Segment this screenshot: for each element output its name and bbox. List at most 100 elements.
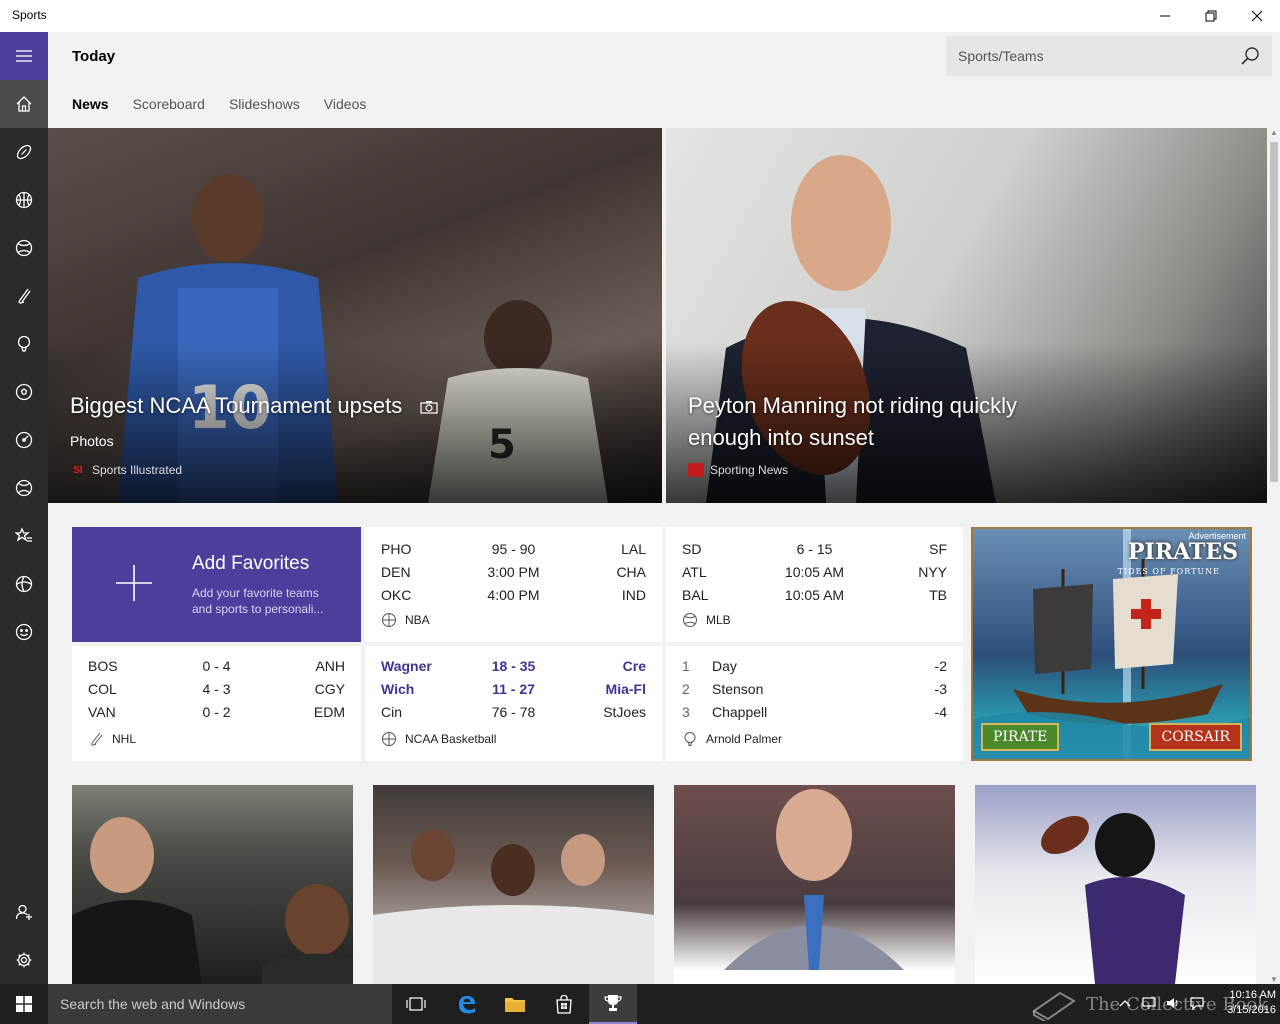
nav-settings[interactable] [0,936,48,984]
sports-illustrated-logo: SI [73,464,83,476]
team-home: CGY [314,681,345,697]
score: 6 - 15 [796,541,833,557]
ad-corsair-button[interactable]: CORSAIR [1149,723,1242,751]
nav-home[interactable] [0,80,48,128]
nav-all-sports[interactable] [0,560,48,608]
score: 4 - 3 [202,681,231,697]
team-home: ANH [315,658,345,674]
tab-news[interactable]: News [72,96,109,116]
tab-videos[interactable]: Videos [324,96,367,116]
leaderboard-row: 3 Chappell -4 [682,704,947,726]
game-time: 4:00 PM [487,587,540,603]
windows-logo-icon [16,996,32,1012]
golf-icon [684,732,696,746]
hamburger-menu-icon [16,50,32,62]
tab-slideshows[interactable]: Slideshows [229,96,300,116]
hero-source[interactable]: Sporting News [688,463,788,477]
hamburger-menu-button[interactable] [0,32,48,80]
nav-tennis[interactable] [0,464,48,512]
hero-story-manning[interactable]: Peyton Manning not riding quickly enough… [666,128,1267,503]
league-label: NBA [381,612,430,628]
news-thumbnail[interactable] [72,785,353,984]
league-name: MLB [706,613,731,627]
hero-story-ncaa[interactable]: 10 5 Biggest NCAA Tournament upsets Phot… [48,128,662,503]
restore-button[interactable] [1188,0,1234,32]
ad-pirate-button[interactable]: PIRATE [981,723,1060,751]
chevron-up-icon[interactable] [1118,996,1132,1010]
basketball-icon [382,613,396,627]
add-favorites-subtitle: Add your favorite teams and sports to pe… [192,585,342,617]
league-name: NBA [405,613,430,627]
scroll-up-icon[interactable]: ▲ [1270,128,1278,137]
nav-racing[interactable] [0,416,48,464]
search-icon[interactable] [1240,46,1260,66]
taskbar-search-input[interactable]: Search the web and Windows [48,984,392,1024]
thumbnail-photo [724,789,904,970]
scoreboard-card-nba[interactable]: PHO 95 - 90 LAL DEN 3:00 PM CHA OKC 4:00 PM IN… [365,527,662,642]
score-row: Cin 76 - 78 StJoes [381,704,646,726]
tab-bar: News Scoreboard Slideshows Videos [72,96,366,116]
add-favorites-subtitle-line1: Add your favorite teams [192,586,319,600]
hero-headline-line1: Peyton Manning not riding quickly [688,393,1017,418]
search-box[interactable]: Sports/Teams [946,36,1272,76]
hero-source[interactable]: SI Sports Illustrated [70,463,182,477]
ad-tagline: TIDES OF FORTUNE [1117,567,1220,576]
nav-hockey[interactable] [0,272,48,320]
game-time: 3:00 PM [487,564,540,580]
scoreboard-card-nhl[interactable]: BOS 0 - 4 ANH COL 4 - 3 CGY VAN 0 - 2 EDM NHL [72,646,361,761]
home-icon [16,96,32,112]
scoreboard-card-ncaa[interactable]: Wagner 18 - 35 Cre Wich 11 - 27 Mia-Fl Cin 76… [365,646,662,761]
score-row: Wagner 18 - 35 Cre [381,658,646,680]
score: 0 - 4 [202,658,231,674]
nav-soccer[interactable] [0,368,48,416]
scrollbar-thumb[interactable] [1270,142,1278,482]
nav-fantasy[interactable] [0,608,48,656]
favorites-icon [15,527,32,542]
nav-favorites[interactable] [0,512,48,560]
score-row: Wich 11 - 27 Mia-Fl [381,681,646,703]
plus-icon [116,565,152,601]
network-icon[interactable] [1142,996,1156,1010]
team-home: NYY [918,564,947,580]
league-label: MLB [682,612,731,628]
leaderboard-card-golf[interactable]: 1 Day -2 2 Stenson -3 3 Chappell -4 Arnold Pal… [666,646,963,761]
task-view-button[interactable] [392,984,440,1024]
nav-account[interactable] [0,888,48,936]
clock[interactable]: 10:16 AM 3/15/2016 [1227,988,1276,1018]
thumbnail-photo [72,817,353,984]
scoreboard-card-mlb[interactable]: SD 6 - 15 SF ATL 10:05 AM NYY BAL 10:05 AM TB … [666,527,963,642]
basketball-icon [15,191,33,209]
scroll-down-icon[interactable]: ▼ [1270,975,1278,984]
ad-brand: PIRATES [1127,539,1238,565]
nav-golf[interactable] [0,320,48,368]
advertisement-banner[interactable]: Advertisement PIRATES TIDES OF FORTUNE P… [971,527,1252,761]
nav-baseball[interactable] [0,224,48,272]
nav-basketball[interactable] [0,176,48,224]
hockey-icon [18,288,31,304]
taskbar: Search the web and Windows The Collectiv… [0,984,1280,1024]
news-thumbnail[interactable] [674,785,955,984]
hero-headline-text: Biggest NCAA Tournament upsets [70,393,403,418]
nav-football[interactable] [0,128,48,176]
account-icon [15,904,32,920]
search-input[interactable]: Sports/Teams [958,48,1044,64]
news-thumbnail[interactable] [373,785,654,984]
volume-icon[interactable] [1166,996,1180,1010]
news-thumbnail[interactable] [975,785,1256,984]
edge-taskbar-button[interactable] [443,984,491,1024]
task-view-icon [406,997,426,1011]
start-button[interactable] [0,984,48,1024]
score-row: DEN 3:00 PM CHA [381,564,646,586]
add-favorites-card[interactable]: Add Favorites Add your favorite teams an… [72,527,361,642]
sports-taskbar-button[interactable] [589,984,637,1024]
minimize-button[interactable] [1142,0,1188,32]
tab-scoreboard[interactable]: Scoreboard [133,96,205,116]
hockey-icon [91,732,103,746]
vertical-scrollbar[interactable]: ▲ ▼ [1268,128,1280,984]
player-score: -3 [934,681,947,697]
file-explorer-taskbar-button[interactable] [491,984,539,1024]
trophy-icon [604,995,622,1011]
store-taskbar-button[interactable] [540,984,588,1024]
close-button[interactable] [1234,0,1280,32]
action-center-icon[interactable] [1190,996,1204,1010]
